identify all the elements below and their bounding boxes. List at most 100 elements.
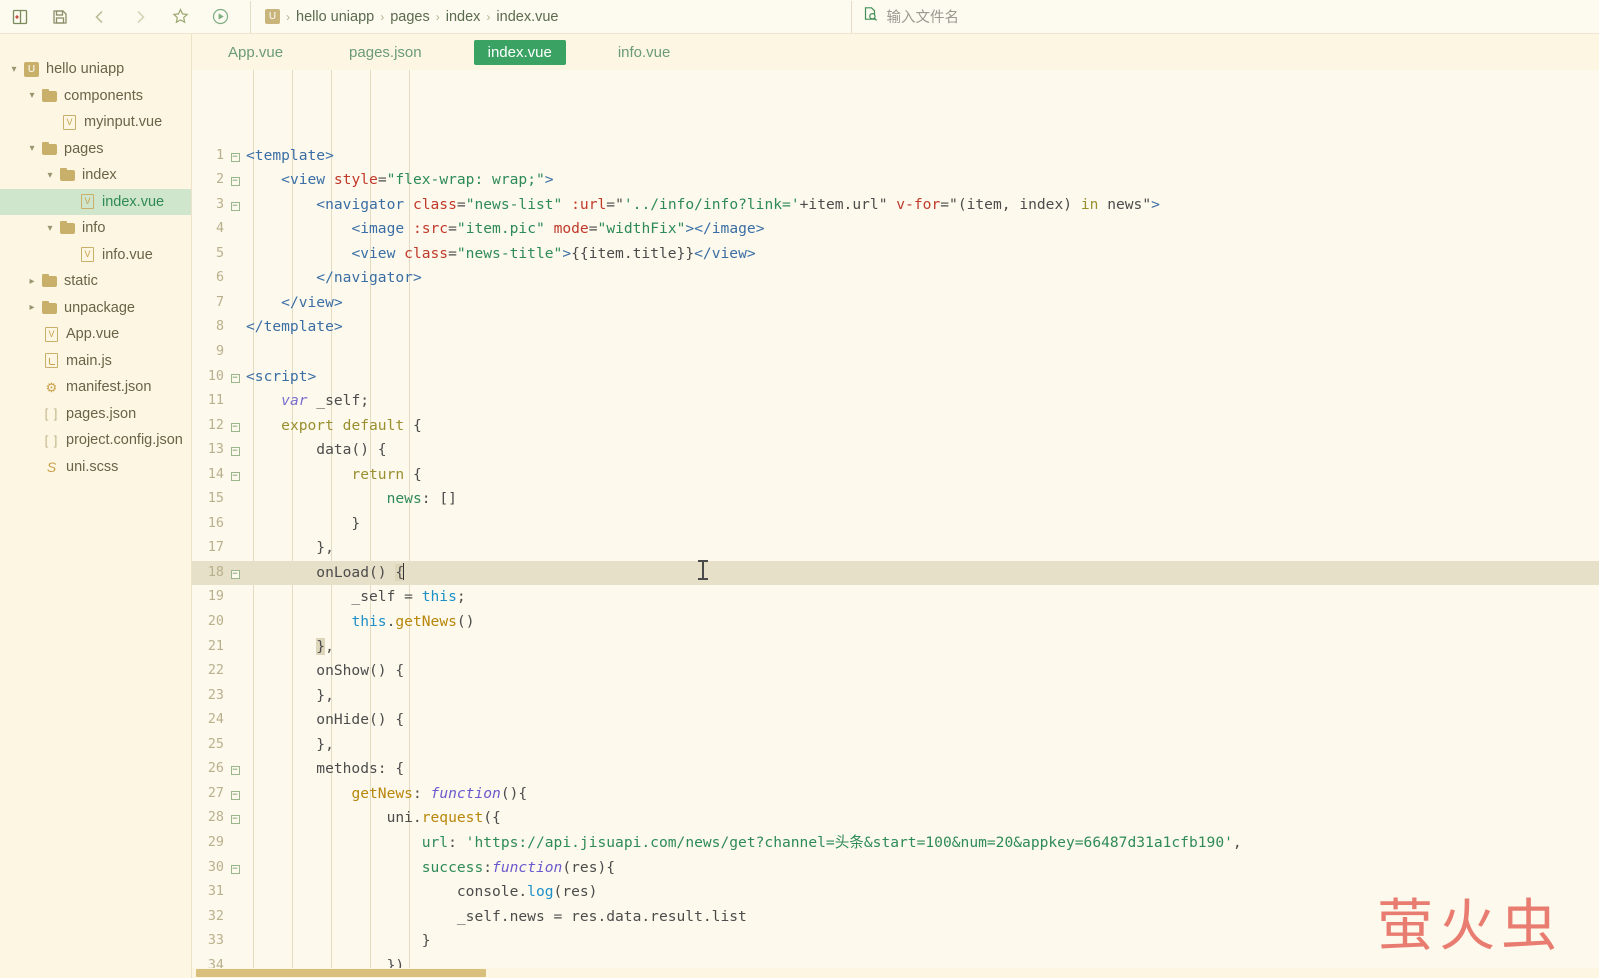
sidebar-item-index-vue[interactable]: V index.vue bbox=[0, 188, 191, 215]
line-number: 25 bbox=[207, 736, 224, 752]
code-line-text: </view> bbox=[281, 293, 343, 311]
chevron-down-icon[interactable]: ▾ bbox=[42, 170, 58, 181]
sidebar-item-pages-json[interactable]: [ ] pages.json bbox=[0, 401, 191, 428]
code-line[interactable]: 18− onLoad() { bbox=[192, 560, 1599, 586]
code-line[interactable]: 10− <script> bbox=[192, 365, 1599, 390]
code-line[interactable]: 1− <template> bbox=[192, 144, 1599, 169]
sidebar-item-static[interactable]: ▸ static bbox=[0, 268, 191, 295]
sidebar-item-unpackage[interactable]: ▸ unpackage bbox=[0, 295, 191, 322]
tab-pages-json[interactable]: pages.json bbox=[335, 40, 436, 65]
tab-info-vue[interactable]: info.vue bbox=[604, 40, 685, 65]
chevron-down-icon[interactable]: ▾ bbox=[24, 90, 40, 101]
scss-icon: S bbox=[46, 458, 57, 475]
code-line[interactable]: 15 news: [] bbox=[192, 487, 1599, 512]
code-line[interactable]: 23 }, bbox=[192, 684, 1599, 709]
code-line[interactable]: 21 }, bbox=[192, 635, 1599, 660]
favorite-star-icon[interactable] bbox=[160, 1, 200, 33]
tab-app-vue[interactable]: App.vue bbox=[214, 40, 297, 65]
code-line[interactable]: 7 </view> bbox=[192, 291, 1599, 316]
code-line[interactable]: 17 }, bbox=[192, 536, 1599, 561]
sidebar-item-info-folder[interactable]: ▾ info bbox=[0, 215, 191, 242]
code-line[interactable]: 5 <view class="news-title">{{item.title}… bbox=[192, 242, 1599, 267]
fold-toggle-icon[interactable]: − bbox=[226, 463, 244, 488]
sidebar-item-uni-scss[interactable]: S uni.scss bbox=[0, 454, 191, 481]
code-line[interactable]: 30− success:function(res){ bbox=[192, 856, 1599, 881]
save-icon[interactable] bbox=[40, 1, 80, 33]
code-line[interactable]: 3− <navigator class="news-list" :url="'.… bbox=[192, 193, 1599, 218]
fold-toggle-icon[interactable]: − bbox=[226, 757, 244, 782]
breadcrumb-item-file[interactable]: index.vue bbox=[496, 9, 558, 25]
code-line[interactable]: 27− getNews: function(){ bbox=[192, 782, 1599, 807]
open-project-icon[interactable] bbox=[0, 1, 40, 33]
sidebar-item-manifest-json[interactable]: ⚙ manifest.json bbox=[0, 374, 191, 401]
vue-file-icon: V bbox=[78, 247, 97, 263]
sidebar-item-project-config-json[interactable]: [ ] project.config.json bbox=[0, 427, 191, 454]
code-line[interactable]: 13− data() { bbox=[192, 438, 1599, 463]
code-line[interactable]: 14− return { bbox=[192, 463, 1599, 488]
sidebar-item-hello-uniapp[interactable]: ▾ U hello uniapp bbox=[0, 56, 191, 83]
code-line[interactable]: 11 var _self; bbox=[192, 389, 1599, 414]
fold-toggle-icon[interactable]: − bbox=[226, 168, 244, 193]
sidebar-item-components[interactable]: ▾ components bbox=[0, 83, 191, 110]
fold-toggle-icon[interactable]: − bbox=[226, 144, 244, 169]
code-lines-container[interactable]: 1− <template> 2− <view style="flex-wrap: w… bbox=[192, 70, 1599, 970]
breadcrumb-item-index[interactable]: index bbox=[446, 9, 481, 25]
breadcrumb-item-pages[interactable]: pages bbox=[390, 9, 430, 25]
code-line[interactable]: 2− <view style="flex-wrap: wrap;"> bbox=[192, 168, 1599, 193]
breadcrumb-separator: › bbox=[286, 9, 290, 24]
code-line[interactable]: 26− methods: { bbox=[192, 757, 1599, 782]
sidebar-item-pages[interactable]: ▾ pages bbox=[0, 136, 191, 163]
fold-toggle-icon[interactable]: − bbox=[226, 806, 244, 831]
code-line[interactable]: 29 url: 'https://api.jisuapi.com/news/ge… bbox=[192, 831, 1599, 856]
fold-toggle-icon[interactable]: − bbox=[226, 782, 244, 807]
code-line[interactable]: 9 bbox=[192, 340, 1599, 365]
code-line[interactable]: 22 onShow() { bbox=[192, 659, 1599, 684]
sidebar-item-myinput-vue[interactable]: V myinput.vue bbox=[0, 109, 191, 136]
fold-toggle-icon[interactable]: − bbox=[226, 414, 244, 439]
sidebar-item-info-vue[interactable]: V info.vue bbox=[0, 242, 191, 269]
file-search-input[interactable]: 输入文件名 bbox=[887, 6, 960, 27]
breadcrumb-item-project[interactable]: hello uniapp bbox=[296, 9, 374, 25]
code-line[interactable]: 19 _self = this; bbox=[192, 585, 1599, 610]
project-explorer-sidebar[interactable]: ▾ U hello uniapp ▾ components V myinput.… bbox=[0, 34, 192, 978]
folder-icon bbox=[58, 221, 77, 235]
horizontal-scrollbar[interactable] bbox=[192, 968, 1599, 978]
run-icon[interactable] bbox=[200, 1, 240, 33]
line-number: 31 bbox=[207, 884, 224, 900]
code-line[interactable]: 6 </navigator> bbox=[192, 266, 1599, 291]
fold-toggle-icon[interactable]: − bbox=[226, 193, 244, 218]
sidebar-item-app-vue[interactable]: V App.vue bbox=[0, 321, 191, 348]
code-line[interactable]: 4 <image :src="item.pic" mode="widthFix"… bbox=[192, 217, 1599, 242]
back-icon[interactable] bbox=[80, 1, 120, 33]
code-line[interactable]: 25 }, bbox=[192, 733, 1599, 758]
chevron-right-icon[interactable]: ▸ bbox=[24, 276, 40, 287]
fold-toggle-icon[interactable]: − bbox=[226, 561, 244, 586]
file-search-icon[interactable] bbox=[862, 6, 879, 28]
chevron-down-icon[interactable]: ▾ bbox=[6, 64, 22, 75]
horizontal-scrollbar-thumb[interactable] bbox=[196, 969, 486, 977]
chevron-right-icon[interactable]: ▸ bbox=[24, 302, 40, 313]
code-line[interactable]: 12− export default { bbox=[192, 414, 1599, 439]
file-search-area: 输入文件名 bbox=[850, 0, 960, 33]
code-line[interactable]: 24 onHide() { bbox=[192, 708, 1599, 733]
chevron-down-icon[interactable]: ▾ bbox=[24, 143, 40, 154]
code-line-text: <view style="flex-wrap: wrap;"> bbox=[281, 171, 554, 189]
sidebar-item-index-folder[interactable]: ▾ index bbox=[0, 162, 191, 189]
fold-toggle-icon[interactable]: − bbox=[226, 438, 244, 463]
forward-icon[interactable] bbox=[120, 1, 160, 33]
fold-toggle-icon[interactable]: − bbox=[226, 365, 244, 390]
code-line[interactable]: 28− uni.request({ bbox=[192, 806, 1599, 831]
code-editor[interactable]: 1− <template> 2− <view style="flex-wrap: w… bbox=[192, 70, 1599, 970]
folder-icon bbox=[58, 168, 77, 182]
code-line[interactable]: 8 </template> bbox=[192, 315, 1599, 340]
js-file-icon bbox=[42, 353, 61, 369]
code-line[interactable]: 16 } bbox=[192, 512, 1599, 537]
line-number: 2 bbox=[215, 172, 224, 188]
sidebar-item-main-js[interactable]: main.js bbox=[0, 348, 191, 375]
chevron-down-icon[interactable]: ▾ bbox=[42, 223, 58, 234]
code-line[interactable]: 20 this.getNews() bbox=[192, 610, 1599, 635]
watermark-text: 萤火虫 bbox=[1377, 894, 1563, 959]
fold-toggle-icon[interactable]: − bbox=[226, 856, 244, 881]
tab-index-vue[interactable]: index.vue bbox=[473, 39, 566, 65]
line-number: 17 bbox=[207, 540, 224, 556]
